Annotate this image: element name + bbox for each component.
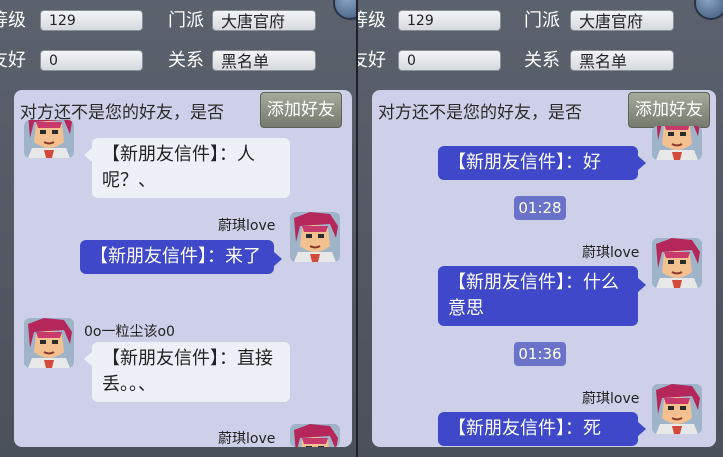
- add-friend-button[interactable]: 添加好友: [260, 92, 342, 128]
- timestamp: 01:36: [514, 342, 566, 366]
- level-label: 等级: [0, 10, 26, 31]
- message-bubble: 【新朋友信件】：好: [438, 146, 638, 180]
- message-bubble: 【新朋友信件】：人呢？、: [92, 138, 290, 198]
- friendship-label: 友好: [0, 50, 26, 71]
- relation-label: 关系: [168, 50, 204, 71]
- sender-name: 蔚琪love: [582, 391, 640, 407]
- bubble-tail: [84, 148, 92, 162]
- friendship-field: 0: [398, 50, 501, 71]
- bubble-tail: [84, 352, 92, 366]
- level-field: 129: [40, 10, 143, 31]
- sect-label: 门派: [168, 10, 204, 31]
- add-friend-button[interactable]: 添加好友: [628, 92, 710, 128]
- chat-area[interactable]: 对方还不是您的好友，是否 添加好友 【新朋友信件】：好 01:28 蔚琪love…: [372, 90, 716, 447]
- avatar-icon: [24, 120, 74, 158]
- avatar-icon: [290, 212, 340, 262]
- close-icon[interactable]: [694, 0, 723, 20]
- sect-label: 门派: [524, 10, 560, 31]
- level-field: 129: [398, 10, 501, 31]
- not-friend-notice: 对方还不是您的好友，是否: [378, 103, 582, 123]
- sender-name: 0o一粒尘该o0: [84, 324, 175, 340]
- sender-name: 蔚琪love: [218, 218, 276, 234]
- level-label: 等级: [358, 10, 386, 31]
- sender-name: 蔚琪love: [582, 245, 640, 261]
- bubble-tail: [638, 156, 646, 170]
- close-icon[interactable]: [333, 0, 356, 20]
- message-bubble: 【新朋友信件】：死: [438, 412, 638, 446]
- relation-label: 关系: [524, 50, 560, 71]
- sect-field: 大唐官府: [570, 10, 674, 31]
- bubble-tail: [274, 252, 282, 266]
- message-bubble: 【新朋友信件】：来了: [80, 240, 274, 274]
- timestamp: 01:28: [514, 196, 566, 220]
- friendship-field: 0: [40, 50, 143, 71]
- avatar-icon: [652, 238, 702, 288]
- message-bubble: 【新朋友信件】：直接丢。。、: [92, 342, 290, 402]
- left-chat-panel: 等级 129 门派 大唐官府 友好 0 关系 黑名单 对方还不是您的好友，是否 …: [0, 0, 356, 457]
- friendship-label: 友好: [358, 50, 386, 71]
- avatar-icon: [652, 126, 702, 160]
- message-bubble: 【新朋友信件】：什么意思: [438, 266, 638, 326]
- sect-field: 大唐官府: [212, 10, 316, 31]
- avatar-icon: [24, 318, 74, 368]
- sender-name: 蔚琪love: [218, 431, 276, 447]
- bubble-tail: [638, 278, 646, 292]
- bubble-tail: [638, 422, 646, 436]
- relation-field: 黑名单: [212, 50, 316, 71]
- avatar-icon: [290, 424, 340, 447]
- right-chat-panel: 等级 129 门派 大唐官府 友好 0 关系 黑名单 对方还不是您的好友，是否 …: [358, 0, 723, 457]
- chat-area[interactable]: 对方还不是您的好友，是否 添加好友 【新朋友信件】：人呢？、 蔚琪love 【新…: [14, 90, 352, 447]
- avatar-icon: [652, 384, 702, 434]
- relation-field: 黑名单: [570, 50, 674, 71]
